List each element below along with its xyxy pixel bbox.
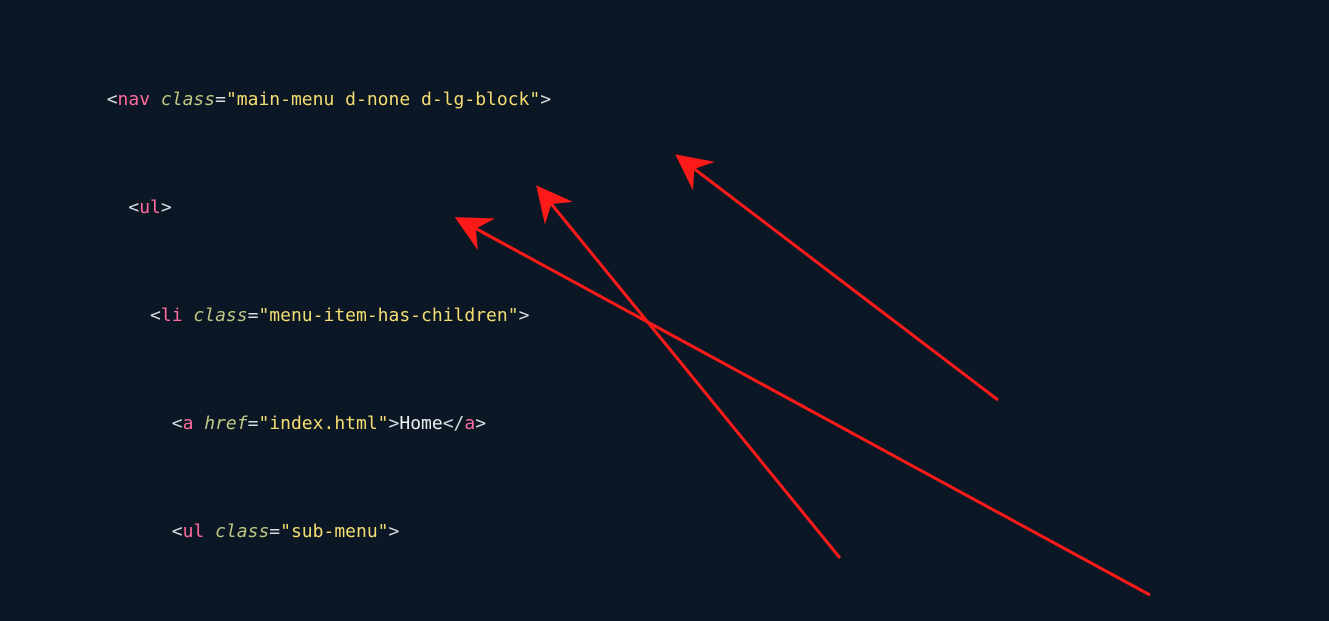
code-editor[interactable]: <nav class="main-menu d-none d-lg-block"… <box>0 0 1329 621</box>
code-line[interactable]: <a href="index.html">Home</a> <box>20 410 1329 437</box>
code-line[interactable]: <li class="menu-item-has-children"> <box>20 302 1329 329</box>
code-line[interactable]: <ul> <box>20 194 1329 221</box>
code-line[interactable]: <nav class="main-menu d-none d-lg-block"… <box>20 86 1329 113</box>
code-line[interactable]: <ul class="sub-menu"> <box>20 518 1329 545</box>
